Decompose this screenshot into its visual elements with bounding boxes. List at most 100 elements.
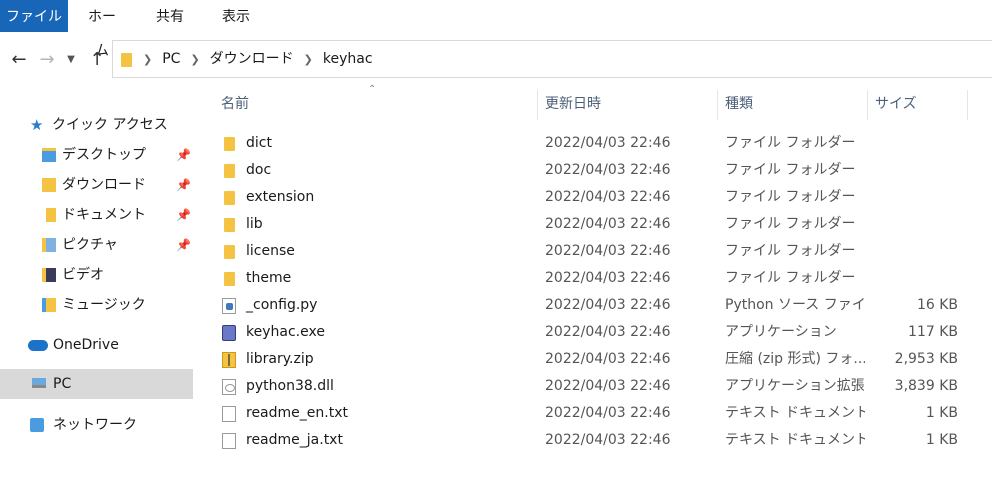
file-name: _config.py	[246, 297, 318, 313]
arrow-left-icon: ←	[11, 49, 27, 70]
file-row[interactable]: keyhac.exe 2022/04/03 22:46 アプリケーション 117…	[212, 319, 972, 346]
videos-icon	[42, 268, 56, 282]
file-row[interactable]: readme_ja.txt 2022/04/03 22:46 テキスト ドキュメ…	[212, 427, 972, 454]
nav-videos[interactable]: ビデオ	[0, 260, 193, 290]
file-date: 2022/04/03 22:46	[545, 189, 671, 205]
pin-icon[interactable]: 📌	[176, 140, 191, 170]
file-date: 2022/04/03 22:46	[545, 270, 671, 286]
up-button[interactable]: ↑	[84, 38, 110, 82]
file-row[interactable]: extension 2022/04/03 22:46 ファイル フォルダー	[212, 184, 972, 211]
pictures-icon	[42, 238, 56, 252]
breadcrumb-keyhac[interactable]: keyhac	[323, 51, 373, 67]
pin-icon[interactable]: 📌	[176, 170, 191, 200]
nav-label: ネットワーク	[53, 417, 137, 433]
back-button[interactable]: ←	[6, 38, 32, 82]
nav-label: ピクチャ	[62, 237, 118, 253]
nav-pictures[interactable]: ピクチャ 📌	[0, 230, 193, 260]
downloads-icon	[42, 178, 56, 192]
file-name: readme_en.txt	[246, 405, 348, 421]
file-row[interactable]: _config.py 2022/04/03 22:46 Python ソース フ…	[212, 292, 972, 319]
zip-icon	[222, 352, 236, 368]
column-header-type[interactable]: 種類	[725, 88, 865, 120]
tab-home[interactable]: ホーム	[82, 0, 122, 59]
file-row[interactable]: readme_en.txt 2022/04/03 22:46 テキスト ドキュメ…	[212, 400, 972, 427]
file-size: 1 KB	[925, 405, 958, 421]
computer-icon	[32, 378, 46, 388]
chevron-right-icon: ❯	[190, 53, 200, 66]
file-row[interactable]: library.zip 2022/04/03 22:46 圧縮 (zip 形式)…	[212, 346, 972, 373]
file-type: アプリケーション	[725, 324, 837, 340]
file-row[interactable]: doc 2022/04/03 22:46 ファイル フォルダー	[212, 157, 972, 184]
file-type: ファイル フォルダー	[725, 135, 856, 151]
forward-button[interactable]: →	[34, 38, 60, 82]
breadcrumb-pc[interactable]: PC	[162, 51, 180, 67]
nav-music[interactable]: ミュージック	[0, 290, 193, 320]
tab-share[interactable]: 共有	[150, 0, 190, 32]
nav-label: ミュージック	[62, 297, 146, 313]
column-divider[interactable]	[717, 90, 718, 120]
navigation-pane: ★ クイック アクセス デスクトップ 📌 ダウンロード 📌 ドキュメント 📌 ピ…	[0, 100, 195, 480]
file-date: 2022/04/03 22:46	[545, 216, 671, 232]
nav-documents[interactable]: ドキュメント 📌	[0, 200, 193, 230]
nav-label: ダウンロード	[62, 177, 146, 193]
file-name: python38.dll	[246, 378, 334, 394]
column-divider[interactable]	[967, 90, 968, 120]
file-type: ファイル フォルダー	[725, 162, 856, 178]
file-row[interactable]: dict 2022/04/03 22:46 ファイル フォルダー	[212, 130, 972, 157]
column-divider[interactable]	[867, 90, 868, 120]
nav-downloads[interactable]: ダウンロード 📌	[0, 170, 193, 200]
file-date: 2022/04/03 22:46	[545, 378, 671, 394]
file-size: 3,839 KB	[894, 378, 958, 394]
file-date: 2022/04/03 22:46	[545, 135, 671, 151]
file-row[interactable]: lib 2022/04/03 22:46 ファイル フォルダー	[212, 211, 972, 238]
nav-pc[interactable]: PC	[0, 369, 193, 399]
nav-label: デスクトップ	[62, 147, 146, 163]
chevron-right-icon: ❯	[303, 53, 313, 66]
folder-icon	[224, 245, 235, 259]
file-type: アプリケーション拡張	[725, 378, 865, 394]
nav-desktop[interactable]: デスクトップ 📌	[0, 140, 193, 170]
python-file-icon	[222, 298, 236, 314]
file-name: library.zip	[246, 351, 314, 367]
file-type: Python ソース ファイル	[725, 297, 865, 313]
documents-icon	[42, 208, 56, 222]
file-date: 2022/04/03 22:46	[545, 297, 671, 313]
pin-icon[interactable]: 📌	[176, 230, 191, 260]
desktop-icon	[42, 148, 56, 162]
text-file-icon	[222, 433, 236, 449]
nav-network[interactable]: ネットワーク	[0, 410, 193, 440]
star-icon: ★	[30, 116, 44, 134]
nav-quick-access[interactable]: ★ クイック アクセス	[0, 110, 193, 140]
tab-view[interactable]: 表示	[216, 0, 256, 32]
column-header-name[interactable]: 名前	[221, 88, 536, 120]
file-row[interactable]: theme 2022/04/03 22:46 ファイル フォルダー	[212, 265, 972, 292]
column-header-date[interactable]: 更新日時	[545, 88, 715, 120]
file-date: 2022/04/03 22:46	[545, 432, 671, 448]
folder-icon	[224, 218, 235, 232]
file-name: extension	[246, 189, 315, 205]
pin-icon[interactable]: 📌	[176, 200, 191, 230]
column-header-size[interactable]: サイズ	[875, 88, 965, 120]
breadcrumb-downloads[interactable]: ダウンロード	[210, 51, 294, 67]
file-row[interactable]: license 2022/04/03 22:46 ファイル フォルダー	[212, 238, 972, 265]
nav-onedrive[interactable]: OneDrive	[0, 330, 193, 360]
nav-label: PC	[53, 376, 72, 392]
address-toolbar: ← → ▼ ↑ ❯ PC ❯ ダウンロード ❯ keyhac	[0, 38, 993, 82]
nav-label: ビデオ	[62, 267, 104, 283]
tab-file[interactable]: ファイル	[0, 0, 68, 32]
column-divider[interactable]	[537, 90, 538, 120]
file-name: keyhac.exe	[246, 324, 325, 340]
file-row[interactable]: python38.dll 2022/04/03 22:46 アプリケーション拡張…	[212, 373, 972, 400]
file-size: 1 KB	[925, 432, 958, 448]
folder-icon	[224, 164, 235, 178]
address-bar[interactable]: ❯ PC ❯ ダウンロード ❯ keyhac	[112, 40, 992, 78]
cloud-icon	[28, 340, 48, 351]
file-date: 2022/04/03 22:46	[545, 351, 671, 367]
file-type: ファイル フォルダー	[725, 189, 856, 205]
file-size: 2,953 KB	[894, 351, 958, 367]
nav-label: OneDrive	[53, 337, 119, 353]
file-date: 2022/04/03 22:46	[545, 405, 671, 421]
recent-locations-button[interactable]: ▼	[62, 38, 80, 82]
file-type: テキスト ドキュメント	[725, 405, 865, 421]
file-type: ファイル フォルダー	[725, 243, 856, 259]
